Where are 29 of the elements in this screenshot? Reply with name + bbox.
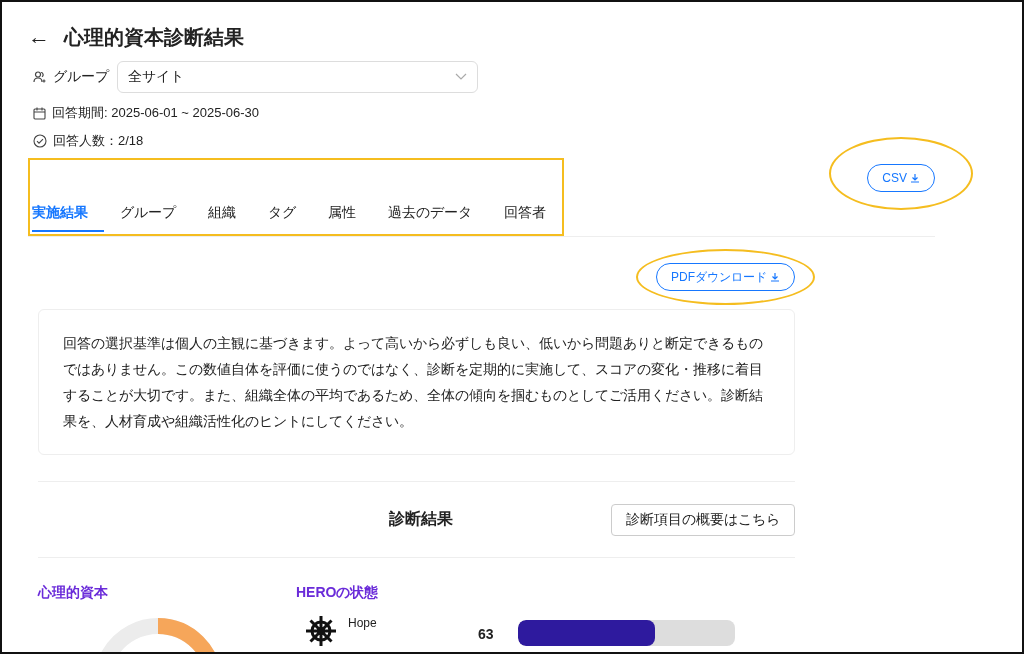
score-value: 63 bbox=[478, 626, 495, 642]
respondent-count: 回答人数：2/18 bbox=[53, 132, 144, 150]
tab[interactable]: 過去のデータ bbox=[372, 204, 488, 232]
download-icon bbox=[910, 173, 920, 183]
users-icon bbox=[33, 70, 47, 84]
tab[interactable]: タグ bbox=[252, 204, 312, 232]
answer-period: 回答期間: 2025-06-01 ~ 2025-06-30 bbox=[52, 104, 260, 122]
chart-title: HEROの状態 bbox=[296, 584, 380, 602]
csv-download-button[interactable]: CSV bbox=[867, 164, 935, 192]
check-circle-icon bbox=[33, 134, 47, 148]
chart-title: 心理的資本 bbox=[38, 584, 109, 602]
section-title: 診断結果 bbox=[389, 509, 453, 529]
tab[interactable]: 回答者 bbox=[488, 204, 562, 232]
download-icon bbox=[770, 272, 780, 282]
page-title: 心理的資本診断結果 bbox=[64, 24, 244, 50]
back-button[interactable]: ← bbox=[28, 24, 50, 50]
item-name: Hope bbox=[348, 616, 378, 630]
notice-text: 回答の選択基準は個人の主観に基づきます。よって高いから必ずしも良い、低いから問題ありと断定できるものではありません。この数値自体を評価に使うのではなく、診断を定期的に実施して、スコアの変化・推移に着目することが大切です。また、組織全体の平均であるため、全体の傾向を掴むものとしてご活用ください。診断結果を、人材育成や組織活性化のヒントにしてください。 bbox=[63, 334, 764, 431]
tab[interactable]: グループ bbox=[104, 204, 192, 232]
overview-button[interactable]: 診断項目の概要はこちら bbox=[611, 503, 795, 536]
tab[interactable]: 属性 bbox=[312, 204, 372, 232]
group-label: グループ bbox=[53, 68, 109, 86]
tab[interactable]: 組織 bbox=[192, 204, 252, 232]
helm-icon bbox=[304, 614, 338, 648]
pdf-download-button[interactable]: PDFダウンロード bbox=[656, 263, 795, 291]
calendar-icon bbox=[33, 106, 46, 120]
group-select[interactable]: 全サイト bbox=[117, 61, 478, 93]
tab[interactable]: 実施結果 bbox=[32, 204, 104, 232]
chevron-down-icon bbox=[455, 73, 467, 81]
